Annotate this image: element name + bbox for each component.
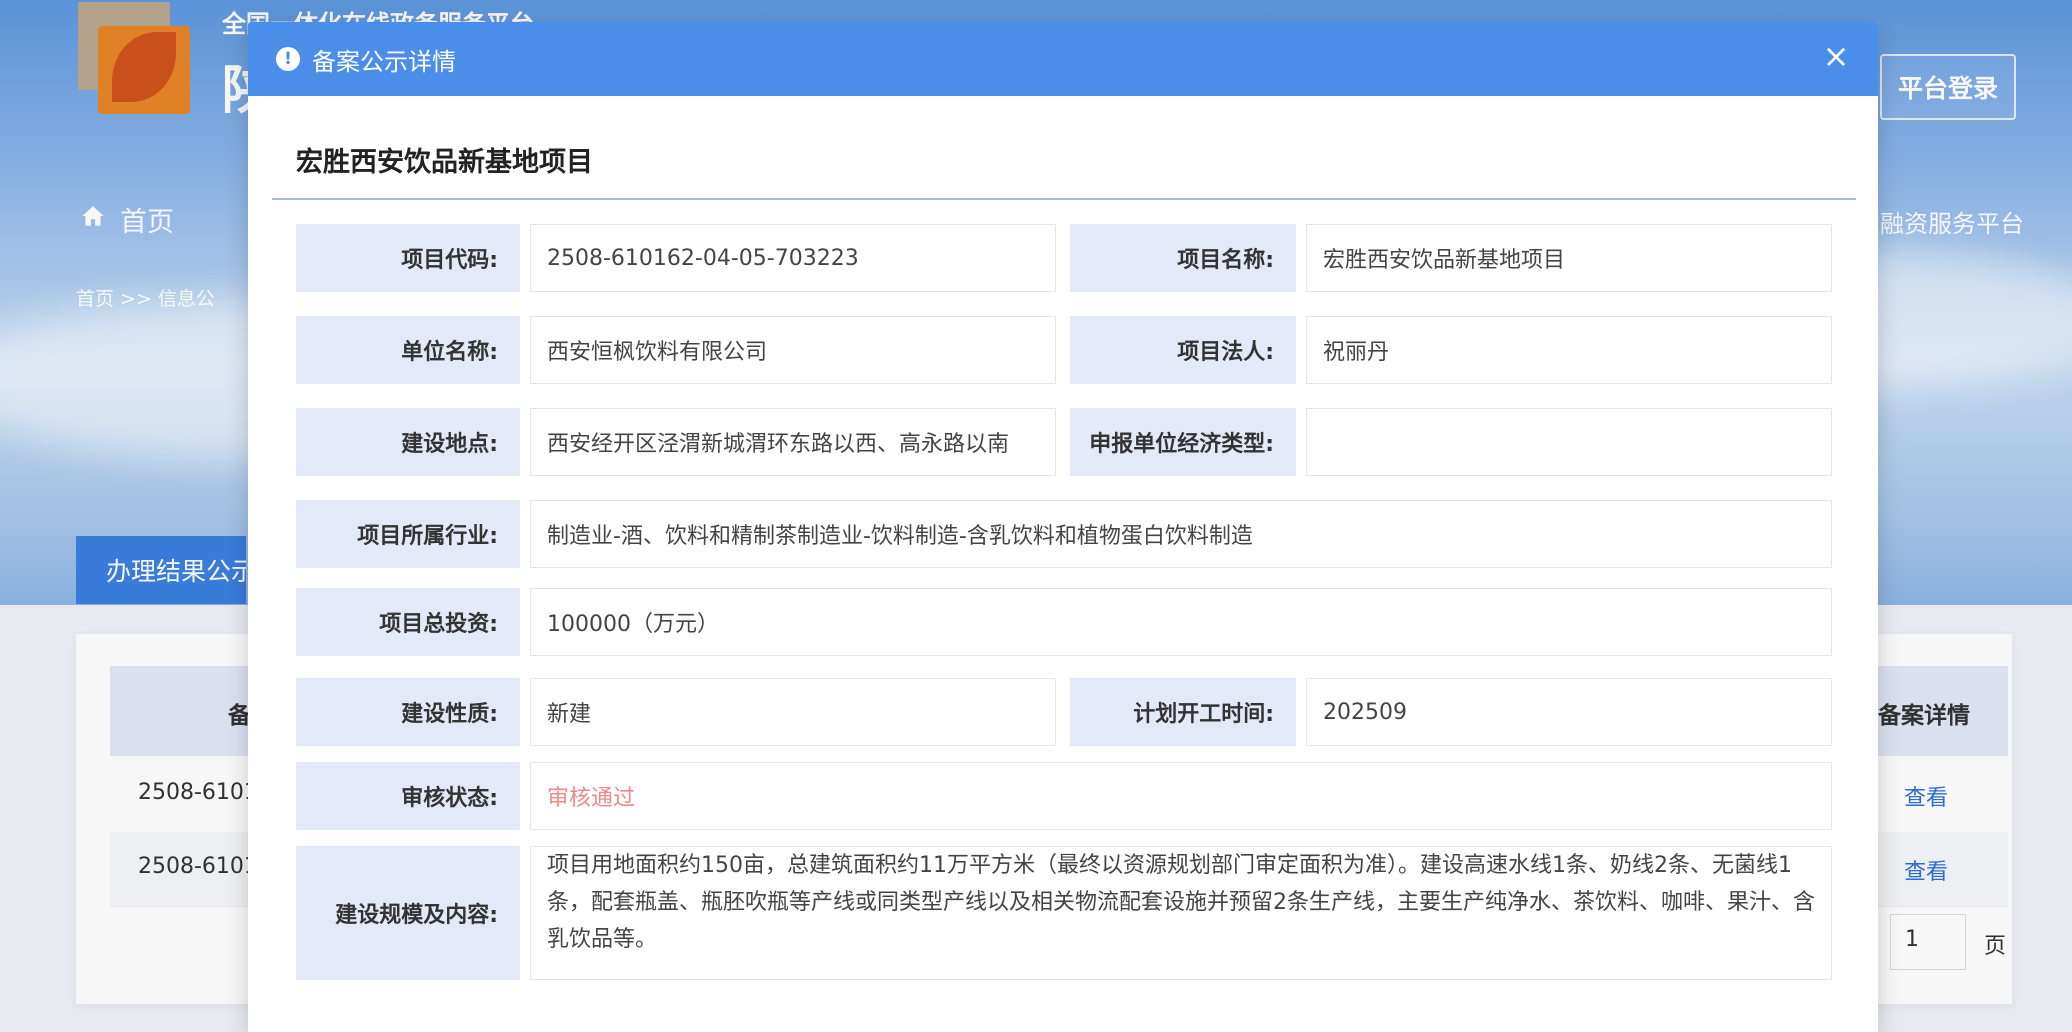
label-project-code: 项目代码: [296, 224, 520, 292]
label-unit-name: 单位名称: [296, 316, 520, 384]
value-project-code: 2508-610162-04-05-703223 [530, 224, 1056, 292]
label-construction-scope: 建设规模及内容: [296, 846, 520, 980]
label-planned-start: 计划开工时间: [1070, 678, 1296, 746]
modal-title: 备案公示详情 [312, 47, 456, 76]
value-project-name: 宏胜西安饮品新基地项目 [1306, 224, 1832, 292]
value-legal-person: 祝丽丹 [1306, 316, 1832, 384]
value-total-investment: 100000（万元） [530, 588, 1832, 656]
modal-header: ! 备案公示详情 × [248, 22, 1878, 96]
label-industry: 项目所属行业: [296, 500, 520, 568]
value-economic-type [1306, 408, 1832, 476]
label-total-investment: 项目总投资: [296, 588, 520, 656]
label-economic-type: 申报单位经济类型: [1070, 408, 1296, 476]
filing-detail-modal: ! 备案公示详情 × 宏胜西安饮品新基地项目 项目代码: 2508-610162… [248, 22, 1878, 1032]
value-construction-scope: 项目用地面积约150亩，总建筑面积约11万平方米（最终以资源规划部门审定面积为准… [530, 846, 1832, 980]
label-project-name: 项目名称: [1070, 224, 1296, 292]
label-construction-nature: 建设性质: [296, 678, 520, 746]
close-button[interactable]: × [1816, 36, 1856, 76]
value-industry: 制造业-酒、饮料和精制茶制造业-饮料制造-含乳饮料和植物蛋白饮料制造 [530, 500, 1832, 568]
value-unit-name: 西安恒枫饮料有限公司 [530, 316, 1056, 384]
divider [272, 198, 1856, 200]
value-location: 西安经开区泾渭新城渭环东路以西、高永路以南 [530, 408, 1056, 476]
label-legal-person: 项目法人: [1070, 316, 1296, 384]
label-review-status: 审核状态: [296, 762, 520, 830]
label-location: 建设地点: [296, 408, 520, 476]
value-construction-nature: 新建 [530, 678, 1056, 746]
project-heading: 宏胜西安饮品新基地项目 [296, 147, 593, 178]
value-review-status: 审核通过 [530, 762, 1832, 830]
value-planned-start: 202509 [1306, 678, 1832, 746]
info-icon: ! [276, 47, 300, 71]
